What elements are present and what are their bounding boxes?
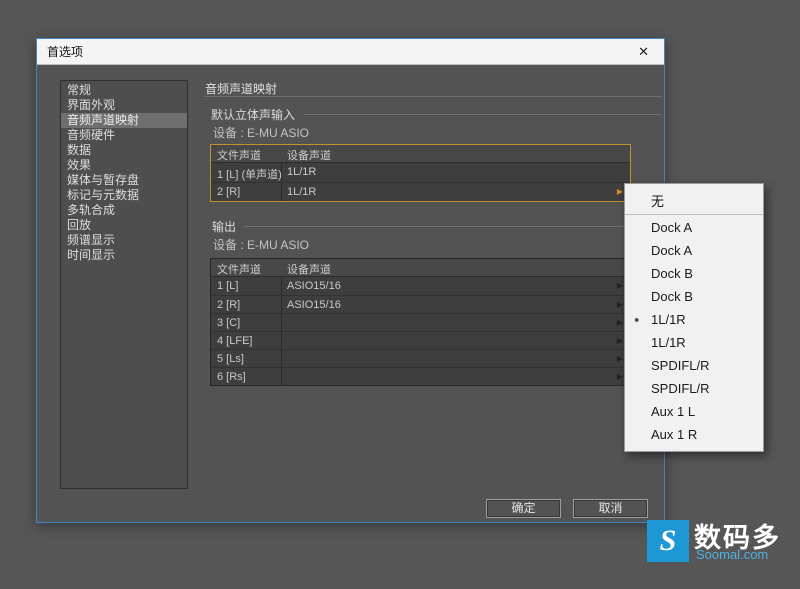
device-channel-cell[interactable]: ASIO15/16 bbox=[287, 299, 341, 311]
watermark-site: Soomal.com bbox=[696, 547, 769, 562]
dialog-title: 首选项 bbox=[47, 45, 84, 59]
menu-item[interactable]: 1L/1R bbox=[625, 331, 763, 354]
menu-separator bbox=[625, 214, 763, 215]
device-channel-cell[interactable]: 1L/1R bbox=[287, 186, 316, 198]
menu-item[interactable]: Dock B bbox=[625, 262, 763, 285]
dropdown-arrow-icon[interactable]: ▶ bbox=[617, 318, 623, 327]
input-section-title: 默认立体声输入 bbox=[211, 108, 296, 122]
file-channel-cell: 3 [C] bbox=[217, 317, 241, 329]
soomal-logo-icon: S bbox=[647, 520, 689, 562]
menu-item-label: 1L/1R bbox=[651, 312, 686, 327]
sidebar-item-markers-metadata[interactable]: 标记与元数据 bbox=[61, 188, 187, 203]
dropdown-arrow-icon[interactable]: ▶ bbox=[617, 372, 623, 381]
file-channel-header: 文件声道 bbox=[217, 264, 261, 276]
menu-item[interactable]: Dock A bbox=[625, 239, 763, 262]
dropdown-arrow-icon[interactable]: ▶ bbox=[617, 336, 623, 345]
file-channel-cell: 2 [R] bbox=[217, 186, 241, 198]
output-table-header: 文件声道 设备声道 bbox=[211, 259, 630, 277]
output-mapping-table: 文件声道 设备声道 1 [L] ASIO15/16 ▶ 2 [R] ASIO15… bbox=[210, 258, 631, 386]
file-channel-header: 文件声道 bbox=[217, 150, 261, 162]
output-table-row[interactable]: 1 [L] ASIO15/16 ▶ bbox=[211, 277, 630, 295]
cancel-button[interactable]: 取消 bbox=[573, 499, 648, 518]
device-channel-cell[interactable]: ASIO15/16 bbox=[287, 280, 341, 292]
input-section-header: 默认立体声输入 bbox=[211, 106, 662, 123]
file-channel-cell: 4 [LFE] bbox=[217, 335, 253, 347]
menu-item-selected[interactable]: ● 1L/1R bbox=[625, 308, 763, 331]
device-channel-dropdown-menu: 无 Dock A Dock A Dock B Dock B ● 1L/1R 1L… bbox=[624, 183, 764, 452]
menu-item-none[interactable]: 无 bbox=[625, 190, 763, 213]
device-channel-header: 设备声道 bbox=[287, 150, 331, 162]
menu-item[interactable]: Dock B bbox=[625, 285, 763, 308]
menu-item[interactable]: Dock A bbox=[625, 216, 763, 239]
file-channel-cell: 1 [L] bbox=[217, 280, 239, 292]
dropdown-arrow-icon[interactable]: ▶ bbox=[617, 300, 623, 309]
file-channel-cell: 5 [Ls] bbox=[217, 353, 244, 365]
sidebar-item-data[interactable]: 数据 bbox=[61, 143, 187, 158]
input-device-label: 设备 : E-MU ASIO bbox=[213, 126, 310, 140]
section-separator bbox=[303, 114, 662, 115]
file-channel-cell: 2 [R] bbox=[217, 299, 241, 311]
sidebar-item-general[interactable]: 常规 bbox=[61, 83, 187, 98]
page-title: 音频声道映射 bbox=[205, 82, 278, 96]
sidebar-item-audio-hardware[interactable]: 音频硬件 bbox=[61, 128, 187, 143]
dropdown-arrow-icon[interactable]: ▶ bbox=[617, 188, 623, 196]
preferences-dialog: 首选项 ✕ 常规 界面外观 音频声道映射 音频硬件 数据 效果 媒体与暂存盘 标… bbox=[36, 38, 665, 523]
sidebar-item-multitrack[interactable]: 多轨合成 bbox=[61, 203, 187, 218]
input-mapping-table: 文件声道 设备声道 1 [L] (单声道) 1L/1R 2 [R] 1L/1R … bbox=[210, 144, 631, 202]
sidebar-item-playback[interactable]: 回放 bbox=[61, 218, 187, 233]
device-channel-cell[interactable]: 1L/1R bbox=[287, 166, 316, 178]
category-list: 常规 界面外观 音频声道映射 音频硬件 数据 效果 媒体与暂存盘 标记与元数据 … bbox=[60, 80, 188, 489]
desktop-background: 首选项 ✕ 常规 界面外观 音频声道映射 音频硬件 数据 效果 媒体与暂存盘 标… bbox=[0, 0, 800, 589]
input-table-header: 文件声道 设备声道 bbox=[211, 145, 630, 163]
output-table-row[interactable]: 4 [LFE] ▶ bbox=[211, 331, 630, 349]
dialog-titlebar[interactable]: 首选项 ✕ bbox=[37, 39, 664, 65]
sidebar-item-media-cache[interactable]: 媒体与暂存盘 bbox=[61, 173, 187, 188]
menu-item[interactable]: Aux 1 L bbox=[625, 400, 763, 423]
sidebar-item-time-display[interactable]: 时间显示 bbox=[61, 248, 187, 263]
file-channel-cell: 6 [Rs] bbox=[217, 371, 246, 383]
output-table-row[interactable]: 2 [R] ASIO15/16 ▶ bbox=[211, 295, 630, 313]
radio-bullet-icon: ● bbox=[634, 314, 640, 324]
menu-item[interactable]: Aux 1 R bbox=[625, 423, 763, 446]
output-section-title: 输出 bbox=[212, 220, 237, 234]
sidebar-item-effects[interactable]: 效果 bbox=[61, 158, 187, 173]
input-table-row[interactable]: 1 [L] (单声道) 1L/1R bbox=[211, 163, 630, 182]
ok-button[interactable]: 确定 bbox=[486, 499, 561, 518]
section-separator bbox=[244, 226, 662, 227]
menu-item[interactable]: SPDIFL/R bbox=[625, 377, 763, 400]
title-separator bbox=[204, 96, 662, 97]
output-device-label: 设备 : E-MU ASIO bbox=[213, 238, 310, 252]
output-table-row[interactable]: 3 [C] ▶ bbox=[211, 313, 630, 331]
close-icon[interactable]: ✕ bbox=[633, 44, 654, 60]
dropdown-arrow-icon[interactable]: ▶ bbox=[617, 354, 623, 363]
file-channel-cell: 1 [L] (单声道) bbox=[217, 169, 282, 181]
sidebar-item-spectral-display[interactable]: 频谱显示 bbox=[61, 233, 187, 248]
device-channel-header: 设备声道 bbox=[287, 264, 331, 276]
menu-item[interactable]: SPDIFL/R bbox=[625, 354, 763, 377]
input-table-row[interactable]: 2 [R] 1L/1R ▶ bbox=[211, 182, 630, 201]
output-table-row[interactable]: 6 [Rs] ▶ bbox=[211, 367, 630, 385]
output-table-row[interactable]: 5 [Ls] ▶ bbox=[211, 349, 630, 367]
sidebar-item-audio-channel-mapping[interactable]: 音频声道映射 bbox=[61, 113, 187, 128]
sidebar-item-appearance[interactable]: 界面外观 bbox=[61, 98, 187, 113]
dropdown-arrow-icon[interactable]: ▶ bbox=[617, 282, 623, 290]
output-section-header: 输出 bbox=[212, 218, 662, 235]
